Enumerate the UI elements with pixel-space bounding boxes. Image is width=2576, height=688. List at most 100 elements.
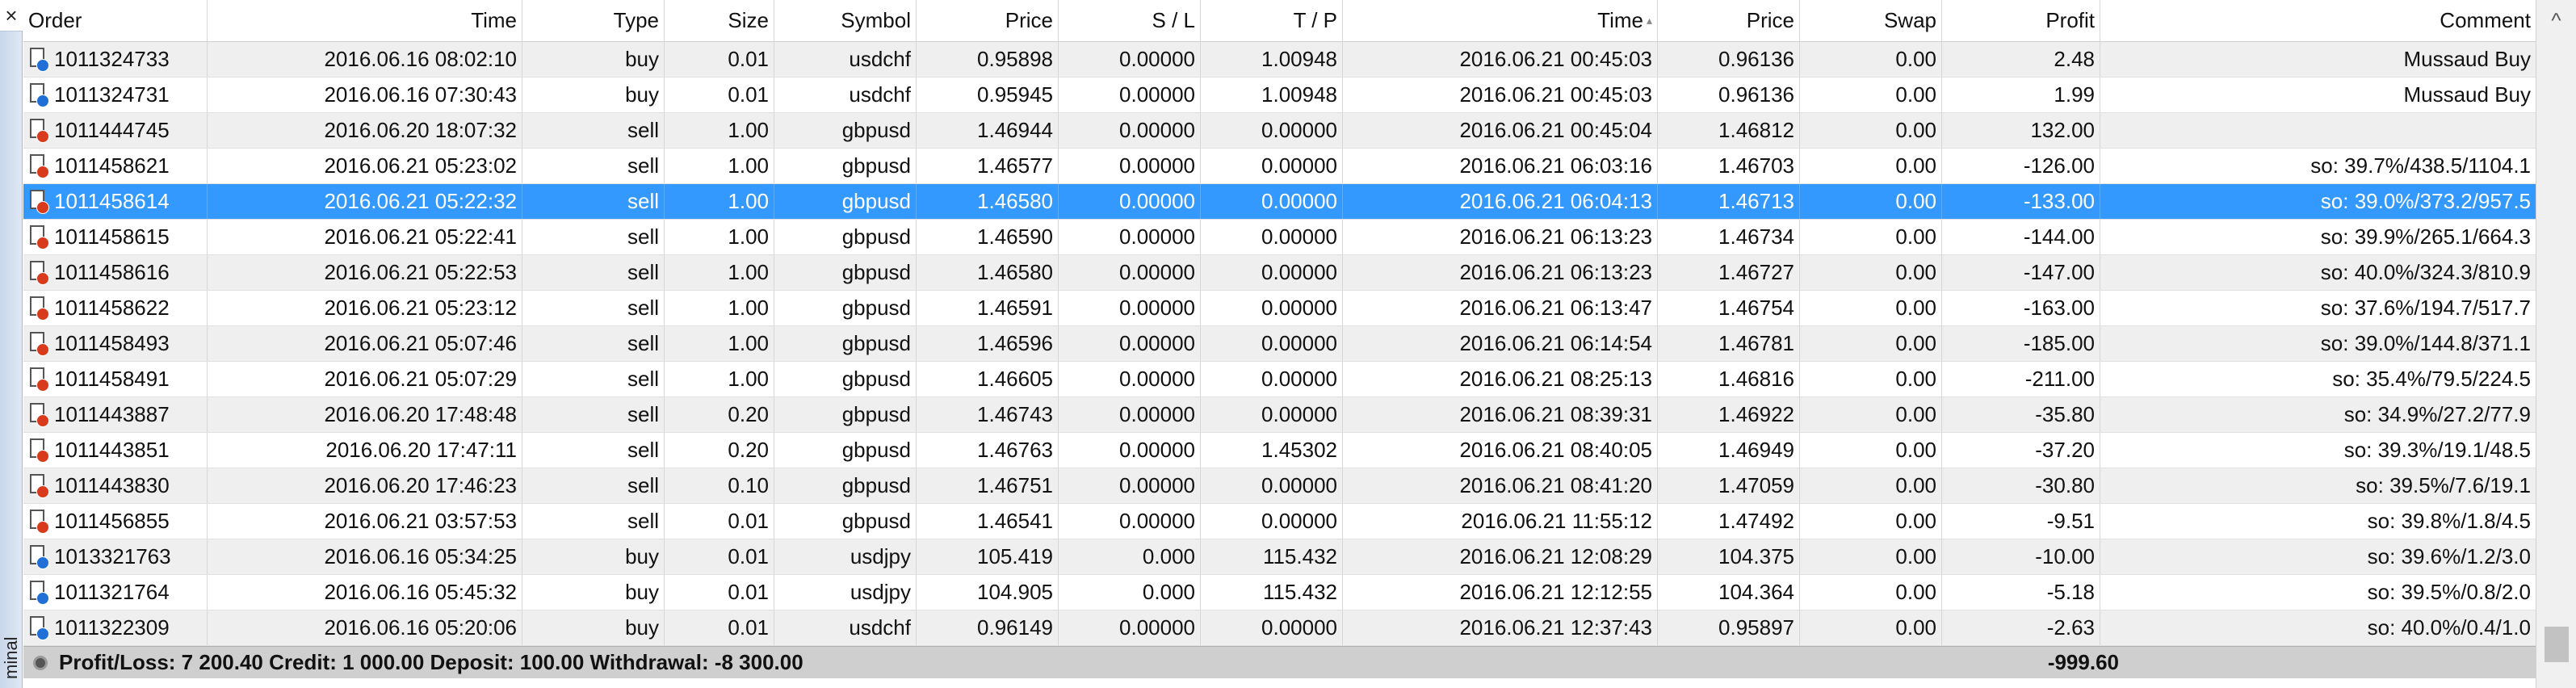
cell-text: so: 39.7%/438.5/1104.1 [2310, 153, 2531, 178]
cell-profit: -9.51 [1942, 504, 2100, 539]
cell-swap: 0.00 [1800, 149, 1942, 183]
cell-text: 2016.06.21 05:22:41 [324, 224, 517, 249]
scrollbar-thumb[interactable] [2545, 627, 2569, 662]
cell-text: -2.63 [2046, 615, 2095, 640]
cell-text: 0.00000 [1119, 296, 1195, 320]
cell-text: 1.46922 [1718, 402, 1794, 426]
table-row[interactable]: 1011324733 2016.06.16 08:02:10 buy 0.01 usdc… [23, 42, 2536, 78]
cell-text: -10.00 [2035, 544, 2095, 568]
cell-lot-size: 0.01 [665, 78, 774, 112]
column-header-open-time[interactable]: Time [208, 0, 522, 41]
cell-text: 1.46743 [977, 402, 1053, 426]
table-row[interactable]: 1011443851 2016.06.20 17:47:11 sell 0.20 gbp… [23, 433, 2536, 468]
cell-open-time: 2016.06.21 05:22:41 [208, 220, 522, 254]
cell-text: 0.00000 [1119, 402, 1195, 426]
column-header-take-profit[interactable]: T / P [1201, 0, 1343, 41]
table-row[interactable]: 1011456855 2016.06.21 03:57:53 sell 0.01 gbp… [23, 504, 2536, 539]
cell-order-number: 1011324733 [23, 42, 208, 77]
cell-text: sell [627, 331, 659, 355]
cell-open-time: 2016.06.20 17:47:11 [208, 433, 522, 468]
cell-text: 1.00 [728, 118, 769, 142]
cell-text: 2016.06.21 00:45:03 [1459, 47, 1652, 71]
cell-text: 0.00 [1895, 544, 1936, 568]
table-row[interactable]: 1011458621 2016.06.21 05:23:02 sell 1.00 gbp… [23, 149, 2536, 184]
cell-stop-loss: 0.00000 [1059, 42, 1201, 77]
cell-open-price: 0.95898 [917, 42, 1059, 77]
table-row[interactable]: 1011458493 2016.06.21 05:07:46 sell 1.00 gbp… [23, 326, 2536, 362]
table-row[interactable]: 1013321763 2016.06.16 05:34:25 buy 0.01 usdj… [23, 539, 2536, 575]
cell-open-time: 2016.06.21 05:22:32 [208, 184, 522, 219]
cell-open-time: 2016.06.20 17:46:23 [208, 468, 522, 503]
column-header-size[interactable]: Size [665, 0, 774, 41]
cell-text: gbpusd [841, 189, 911, 213]
table-row[interactable]: 1011324731 2016.06.16 07:30:43 buy 0.01 usdc… [23, 78, 2536, 113]
table-row[interactable]: 1011443830 2016.06.20 17:46:23 sell 0.10 gbp… [23, 468, 2536, 504]
cell-open-price: 0.96149 [917, 610, 1059, 645]
column-header-comment[interactable]: Comment [2100, 0, 2536, 41]
cell-text: gbpusd [841, 153, 911, 178]
column-header-close-time[interactable]: Time ▴ [1343, 0, 1658, 41]
cell-profit: 132.00 [1942, 113, 2100, 148]
cell-symbol: gbpusd [774, 468, 917, 503]
cell-text: 1.46816 [1718, 367, 1794, 391]
cell-take-profit: 115.432 [1201, 539, 1343, 574]
column-header-order[interactable]: Order [23, 0, 208, 41]
cell-close-price: 0.95897 [1658, 610, 1800, 645]
buy-order-icon [28, 544, 49, 569]
table-row[interactable]: 1011458614 2016.06.21 05:22:32 sell 1.00 gbp… [23, 184, 2536, 220]
cell-text: 2016.06.21 06:13:23 [1459, 260, 1652, 284]
column-header-stop-loss[interactable]: S / L [1059, 0, 1201, 41]
cell-text: buy [625, 544, 659, 568]
cell-swap: 0.00 [1800, 362, 1942, 396]
sell-order-icon [28, 296, 49, 321]
cell-profit: -147.00 [1942, 255, 2100, 290]
cell-take-profit: 1.00948 [1201, 42, 1343, 77]
cell-take-profit: 0.00000 [1201, 326, 1343, 361]
cell-profit: -5.18 [1942, 575, 2100, 610]
cell-close-price: 0.96136 [1658, 42, 1800, 77]
cell-text: 1.46590 [977, 224, 1053, 249]
cell-text: 0.96136 [1718, 82, 1794, 107]
column-header-swap[interactable]: Swap [1800, 0, 1942, 41]
table-row[interactable]: 1011444745 2016.06.20 18:07:32 sell 1.00 gbp… [23, 113, 2536, 149]
scroll-up-icon[interactable]: ^ [2536, 0, 2576, 40]
table-row[interactable]: 1011322309 2016.06.16 05:20:06 buy 0.01 usdc… [23, 610, 2536, 646]
cell-swap: 0.00 [1800, 575, 1942, 610]
table-row[interactable]: 1011458616 2016.06.21 05:22:53 sell 1.00 gbp… [23, 255, 2536, 291]
table-row[interactable]: 1011458615 2016.06.21 05:22:41 sell 1.00 gbp… [23, 220, 2536, 255]
column-header-open-price[interactable]: Price [917, 0, 1059, 41]
sell-order-icon [28, 438, 49, 463]
terminal-tab-label[interactable]: minal [1, 634, 22, 679]
table-row[interactable]: 1011458491 2016.06.21 05:07:29 sell 1.00 gbp… [23, 362, 2536, 397]
cell-text: -37.20 [2035, 438, 2095, 462]
table-row[interactable]: 1011321764 2016.06.16 05:45:32 buy 0.01 usdj… [23, 575, 2536, 610]
table-row[interactable]: 1011443887 2016.06.20 17:48:48 sell 0.20 gbp… [23, 397, 2536, 433]
cell-text: 0.00000 [1119, 47, 1195, 71]
column-header-type[interactable]: Type [522, 0, 665, 41]
cell-text: so: 39.0%/144.8/371.1 [2320, 331, 2531, 355]
cell-text: gbpusd [841, 473, 911, 497]
cell-close-time: 2016.06.21 06:04:13 [1343, 184, 1658, 219]
vertical-scrollbar[interactable]: ^ [2536, 0, 2576, 688]
cell-swap: 0.00 [1800, 433, 1942, 468]
column-header-close-price[interactable]: Price [1658, 0, 1800, 41]
table-row[interactable]: 1011458622 2016.06.21 05:23:12 sell 1.00 gbp… [23, 291, 2536, 326]
cell-text: gbpusd [841, 367, 911, 391]
close-icon[interactable]: × [0, 0, 23, 31]
cell-text: 0.00000 [1261, 473, 1337, 497]
sell-order-icon [28, 473, 49, 498]
cell-text: 0.00 [1895, 509, 1936, 533]
cell-text: 2016.06.20 17:48:48 [324, 402, 517, 426]
cell-take-profit: 0.00000 [1201, 610, 1343, 645]
cell-text: 1011458491 [54, 367, 170, 391]
cell-text: 0.00 [1895, 224, 1936, 249]
column-header-symbol[interactable]: Symbol [774, 0, 917, 41]
cell-text: 1.46580 [977, 189, 1053, 213]
cell-text: 1.00 [728, 331, 769, 355]
cell-swap: 0.00 [1800, 255, 1942, 290]
table-header: Order Time Type Size Symbol Price S / L … [23, 0, 2536, 42]
column-header-profit[interactable]: Profit [1942, 0, 2100, 41]
cell-text: sell [627, 438, 659, 462]
cell-lot-size: 1.00 [665, 220, 774, 254]
cell-comment: so: 39.0%/144.8/371.1 [2100, 326, 2536, 361]
